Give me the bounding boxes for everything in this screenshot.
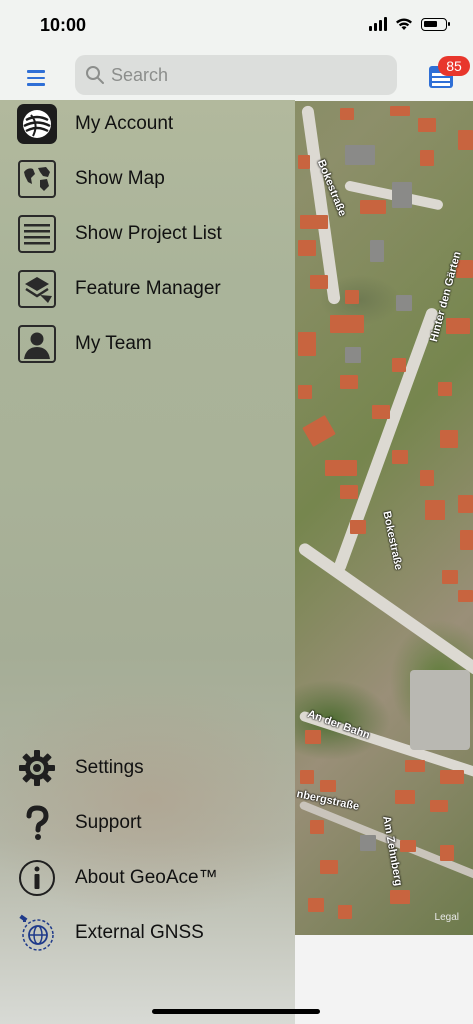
menu-hamburger-icon[interactable] — [27, 70, 45, 90]
wifi-icon — [396, 18, 412, 30]
home-indicator[interactable] — [152, 1009, 320, 1014]
building — [298, 155, 310, 169]
building — [390, 890, 410, 904]
building — [310, 820, 324, 834]
street-label: Bokestraße — [380, 510, 405, 572]
menu-item-support[interactable]: Support — [0, 796, 295, 850]
building — [440, 770, 464, 784]
building — [440, 430, 458, 448]
building — [440, 845, 454, 861]
project-count-badge: 85 — [438, 56, 470, 76]
side-drawer-menu: My Account Show Map Show Project List Fe… — [0, 100, 295, 1024]
gnss-satellite-icon — [17, 913, 57, 953]
top-navigation-bar: Search 85 — [0, 50, 473, 101]
menu-item-feature-manager[interactable]: Feature Manager — [0, 262, 295, 316]
menu-item-label: Settings — [75, 757, 144, 778]
building — [345, 347, 361, 363]
building — [298, 240, 316, 256]
search-placeholder: Search — [111, 64, 169, 85]
building — [340, 375, 358, 389]
building — [438, 382, 452, 396]
status-bar: 10:00 — [0, 0, 473, 50]
building — [446, 318, 470, 334]
search-field[interactable]: Search — [75, 55, 397, 95]
menu-item-about[interactable]: About GeoAce™ — [0, 851, 295, 905]
menu-item-settings[interactable]: Settings — [0, 741, 295, 795]
building — [338, 905, 352, 919]
search-icon — [86, 66, 104, 84]
building — [460, 530, 473, 550]
building — [298, 385, 312, 399]
building — [340, 108, 354, 120]
battery-icon — [421, 17, 450, 31]
building — [345, 145, 375, 165]
building — [340, 485, 358, 499]
building — [310, 275, 328, 289]
building — [320, 780, 336, 792]
building — [300, 215, 328, 229]
building — [442, 570, 458, 584]
menu-item-label: Show Map — [75, 168, 165, 189]
building — [350, 520, 366, 534]
info-icon — [17, 858, 57, 898]
account-logo-icon — [17, 104, 57, 144]
building — [372, 405, 390, 419]
building — [390, 106, 410, 116]
menu-item-label: Show Project List — [75, 223, 222, 244]
parking-lot — [410, 670, 470, 750]
gear-icon — [17, 748, 57, 788]
person-icon — [17, 324, 57, 364]
menu-item-label: About GeoAce™ — [75, 867, 218, 888]
list-icon — [17, 214, 57, 254]
building — [392, 358, 406, 372]
cellular-signal-icon — [369, 17, 387, 31]
menu-item-show-project-list[interactable]: Show Project List — [0, 207, 295, 261]
building — [430, 800, 448, 812]
building — [458, 590, 473, 602]
building — [320, 860, 338, 874]
building — [360, 200, 386, 214]
building — [396, 295, 412, 311]
building — [418, 118, 436, 132]
building — [395, 790, 415, 804]
status-time: 10:00 — [40, 15, 87, 35]
status-icons — [369, 17, 450, 31]
building — [302, 414, 336, 448]
menu-item-my-team[interactable]: My Team — [0, 317, 295, 371]
building — [325, 460, 357, 476]
building — [300, 770, 314, 784]
building — [392, 182, 412, 208]
menu-item-label: Support — [75, 812, 142, 833]
menu-item-label: My Team — [75, 333, 152, 354]
building — [308, 898, 324, 912]
building — [345, 290, 359, 304]
menu-item-external-gnss[interactable]: External GNSS — [0, 906, 295, 960]
building — [298, 332, 316, 356]
building — [425, 500, 445, 520]
building — [405, 760, 425, 772]
building — [400, 840, 416, 852]
building — [305, 730, 321, 744]
globe-map-icon — [17, 159, 57, 199]
building — [420, 470, 434, 486]
building — [360, 835, 376, 851]
menu-item-label: External GNSS — [75, 922, 204, 943]
layers-icon — [17, 269, 57, 309]
building — [392, 450, 408, 464]
menu-item-label: My Account — [75, 113, 174, 134]
building — [420, 150, 434, 166]
building — [330, 315, 364, 333]
building — [458, 495, 473, 513]
menu-item-label: Feature Manager — [75, 278, 221, 299]
road — [296, 541, 473, 678]
map-legal-link[interactable]: Legal — [435, 912, 459, 923]
question-icon — [17, 803, 57, 843]
building — [370, 240, 384, 262]
menu-item-my-account[interactable]: My Account — [0, 97, 295, 151]
building — [458, 130, 473, 150]
menu-item-show-map[interactable]: Show Map — [0, 152, 295, 206]
